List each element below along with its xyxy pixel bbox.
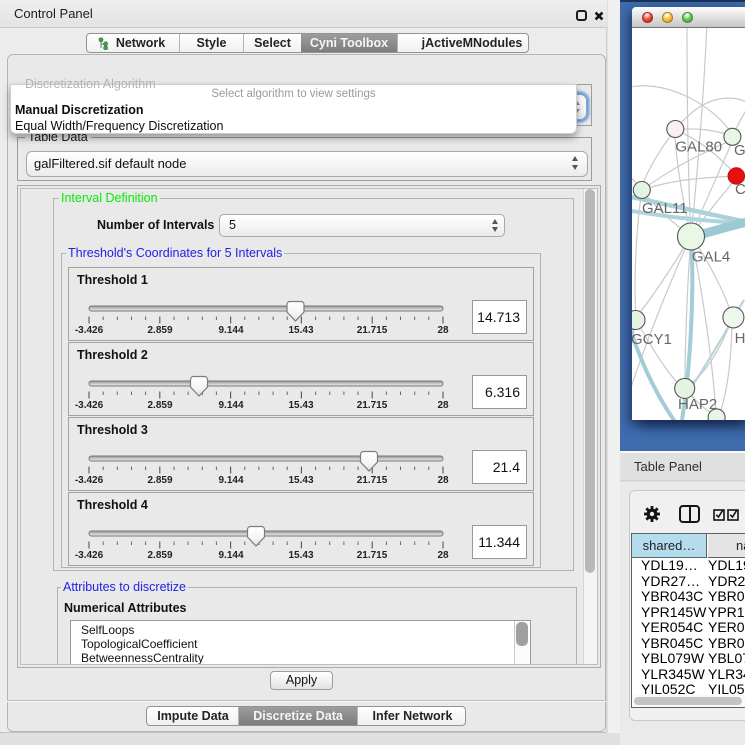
svg-text:GAL4: GAL4 — [692, 249, 730, 266]
svg-text:H: H — [735, 330, 745, 347]
svg-text:GCY1: GCY1 — [632, 331, 672, 348]
svg-text:CY: CY — [735, 181, 745, 198]
svg-text:GAL11: GAL11 — [642, 200, 688, 217]
svg-text:GA: GA — [734, 142, 745, 159]
svg-text:HAP2: HAP2 — [678, 396, 717, 413]
svg-text:GAL80: GAL80 — [675, 139, 722, 156]
